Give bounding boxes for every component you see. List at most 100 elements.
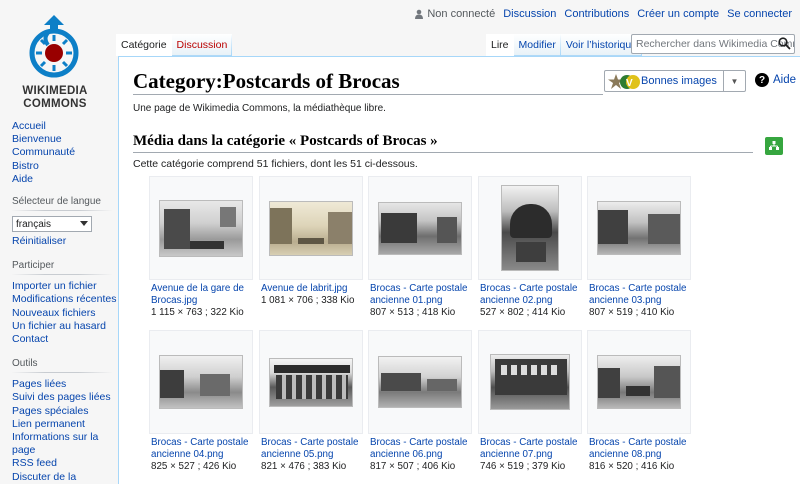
gallery-thumbnail[interactable] bbox=[368, 330, 472, 434]
sidebar: Accueil Bienvenue Communauté Bistro Aide… bbox=[0, 120, 120, 484]
namespace-tabs: Catégorie Discussion bbox=[116, 34, 232, 56]
gallery-thumbnail[interactable] bbox=[149, 176, 253, 280]
gallery-item-meta: 821 × 476 ; 383 Kio bbox=[261, 461, 347, 473]
participate-heading: Participer bbox=[12, 260, 112, 276]
language-selected: français bbox=[16, 218, 52, 230]
user-icon bbox=[415, 9, 424, 19]
gallery-thumbnail[interactable] bbox=[478, 176, 582, 280]
gallery-item[interactable]: Brocas - Carte postale ancienne 06.png 81… bbox=[368, 330, 472, 474]
nav-aide[interactable]: Aide bbox=[12, 173, 120, 186]
tab-history[interactable]: Voir l’historique bbox=[561, 34, 642, 56]
search-icon[interactable] bbox=[778, 37, 791, 50]
create-account-link[interactable]: Créer un compte bbox=[637, 8, 719, 20]
tools-page-info[interactable]: Informations sur la page bbox=[12, 431, 112, 457]
gallery-item-meta: 816 × 520 ; 416 Kio bbox=[589, 461, 675, 473]
tools-permanent-link[interactable]: Lien permanent bbox=[12, 418, 120, 431]
tools-discuss-category[interactable]: Discuter de la catégorie bbox=[12, 471, 120, 484]
postcard-thumbnail-image bbox=[269, 357, 353, 407]
gallery-item[interactable]: Brocas - Carte postale ancienne 07.png 74… bbox=[478, 330, 582, 474]
gallery-item[interactable]: Brocas - Carte postale ancienne 04.png 82… bbox=[149, 330, 253, 474]
gallery-item-meta: 746 × 519 ; 379 Kio bbox=[480, 461, 566, 473]
gallery-item[interactable]: Brocas - Carte postale ancienne 05.png 82… bbox=[259, 330, 363, 474]
gallery-item-name[interactable]: Brocas - Carte postale ancienne 03.png bbox=[589, 283, 691, 307]
participate-upload[interactable]: Importer un fichier bbox=[12, 280, 120, 293]
dropdown-arrow-icon[interactable]: ▼ bbox=[723, 71, 745, 91]
gallery-item-name[interactable]: Brocas - Carte postale ancienne 01.png bbox=[370, 283, 472, 307]
postcard-thumbnail-image bbox=[490, 354, 570, 410]
gallery-thumbnail[interactable] bbox=[259, 176, 363, 280]
gallery-thumbnail[interactable] bbox=[259, 330, 363, 434]
gallery-item[interactable]: Avenue de labrit.jpg 1 081 × 706 ; 338 Ki… bbox=[259, 176, 363, 307]
gallery-item-meta: 807 × 519 ; 410 Kio bbox=[589, 307, 675, 319]
postcard-thumbnail-image bbox=[378, 356, 462, 408]
quality-badge-icon: V bbox=[608, 74, 640, 89]
tools-portal: Outils Pages liées Suivi des pages liées… bbox=[0, 358, 120, 484]
main-content: Category:Postcards of Brocas V Bonnes im… bbox=[118, 56, 800, 484]
gallery-item[interactable]: Avenue de la gare de Brocas.jpg 1 115 × 7… bbox=[149, 176, 253, 320]
personal-tools: Non connecté Discussion Contributions Cr… bbox=[414, 8, 792, 20]
participate-random-file[interactable]: Un fichier au hasard bbox=[12, 320, 120, 333]
tab-discussion[interactable]: Discussion bbox=[172, 34, 233, 56]
personal-discussion-link[interactable]: Discussion bbox=[503, 8, 556, 20]
category-count-text: Cette catégorie comprend 51 fichiers, do… bbox=[133, 158, 418, 170]
gallery-thumbnail[interactable] bbox=[368, 176, 472, 280]
tools-what-links-here[interactable]: Pages liées bbox=[12, 378, 120, 391]
category-tree-button[interactable] bbox=[765, 137, 783, 155]
quality-images-button[interactable]: V Bonnes images ▼ bbox=[604, 70, 746, 92]
tree-icon bbox=[769, 141, 779, 150]
postcard-thumbnail-image bbox=[597, 201, 681, 255]
login-link[interactable]: Se connecter bbox=[727, 8, 792, 20]
nav-accueil[interactable]: Accueil bbox=[12, 120, 120, 133]
gallery-item-meta: 807 × 513 ; 418 Kio bbox=[370, 307, 456, 319]
gallery-item-meta: 527 × 802 ; 414 Kio bbox=[480, 307, 566, 319]
page-title: Category:Postcards of Brocas bbox=[133, 69, 603, 95]
search-input[interactable]: Rechercher dans Wikimedia Commons bbox=[631, 34, 795, 54]
participate-recent-changes[interactable]: Modifications récentes bbox=[12, 293, 120, 306]
nav-bienvenue[interactable]: Bienvenue bbox=[12, 133, 120, 146]
participate-new-files[interactable]: Nouveaux fichiers bbox=[12, 307, 120, 320]
tools-rss-feed[interactable]: RSS feed bbox=[12, 457, 120, 470]
tab-read[interactable]: Lire bbox=[486, 34, 514, 56]
gallery-item-name[interactable]: Avenue de la gare de Brocas.jpg bbox=[151, 283, 253, 307]
gallery-item[interactable]: Brocas - Carte postale ancienne 03.png 80… bbox=[587, 176, 691, 320]
gallery-item-name[interactable]: Brocas - Carte postale ancienne 07.png bbox=[480, 437, 582, 461]
gallery-item-name[interactable]: Brocas - Carte postale ancienne 02.png bbox=[480, 283, 582, 307]
personal-contributions-link[interactable]: Contributions bbox=[564, 8, 629, 20]
language-portal: Sélecteur de langue français Réinitialis… bbox=[0, 196, 120, 248]
gallery-item[interactable]: Brocas - Carte postale ancienne 08.png 81… bbox=[587, 330, 691, 474]
gallery-item-name[interactable]: Brocas - Carte postale ancienne 05.png bbox=[261, 437, 363, 461]
gallery-thumbnail[interactable] bbox=[587, 176, 691, 280]
gallery-item-meta: 1 081 × 706 ; 338 Kio bbox=[261, 295, 355, 307]
gallery-thumbnail[interactable] bbox=[478, 330, 582, 434]
view-tabs: Lire Modifier Voir l’historique bbox=[486, 34, 642, 56]
postcard-thumbnail-image bbox=[269, 200, 353, 256]
search-placeholder: Rechercher dans Wikimedia Commons bbox=[636, 38, 794, 50]
logo-text-commons: COMMONS bbox=[23, 98, 87, 110]
tools-special-pages[interactable]: Pages spéciales bbox=[12, 405, 120, 418]
tab-category[interactable]: Catégorie bbox=[116, 34, 172, 56]
participate-contact[interactable]: Contact bbox=[12, 333, 120, 346]
gallery-thumbnail[interactable] bbox=[149, 330, 253, 434]
help-label[interactable]: Aide bbox=[773, 74, 796, 86]
nav-bistro[interactable]: Bistro bbox=[12, 160, 120, 173]
gallery-thumbnail[interactable] bbox=[587, 330, 691, 434]
gallery-item-name[interactable]: Brocas - Carte postale ancienne 06.png bbox=[370, 437, 472, 461]
gallery-item-name[interactable]: Brocas - Carte postale ancienne 04.png bbox=[151, 437, 253, 461]
tools-heading: Outils bbox=[12, 358, 112, 374]
gallery-item-name[interactable]: Brocas - Carte postale ancienne 08.png bbox=[589, 437, 691, 461]
tab-edit[interactable]: Modifier bbox=[514, 34, 561, 56]
postcard-thumbnail-image bbox=[159, 355, 243, 409]
nav-communaute[interactable]: Communauté bbox=[12, 146, 120, 159]
section-heading: Média dans la catégorie « Postcards of B… bbox=[133, 133, 753, 153]
gallery-item[interactable]: Brocas - Carte postale ancienne 01.png 80… bbox=[368, 176, 472, 320]
gallery-item-name[interactable]: Avenue de labrit.jpg bbox=[261, 283, 363, 295]
help-link[interactable]: ? Aide bbox=[755, 73, 796, 87]
gallery-item-meta: 817 × 507 ; 406 Kio bbox=[370, 461, 456, 473]
not-logged-in-label: Non connecté bbox=[427, 8, 496, 20]
language-reset-link[interactable]: Réinitialiser bbox=[12, 235, 120, 248]
language-select[interactable]: français bbox=[12, 216, 92, 233]
gallery-item[interactable]: Brocas - Carte postale ancienne 02.png 52… bbox=[478, 176, 582, 320]
site-logo[interactable]: WIKIMEDIA COMMONS bbox=[0, 0, 120, 120]
tools-related-changes[interactable]: Suivi des pages liées bbox=[12, 391, 120, 404]
postcard-thumbnail-image bbox=[597, 355, 681, 409]
